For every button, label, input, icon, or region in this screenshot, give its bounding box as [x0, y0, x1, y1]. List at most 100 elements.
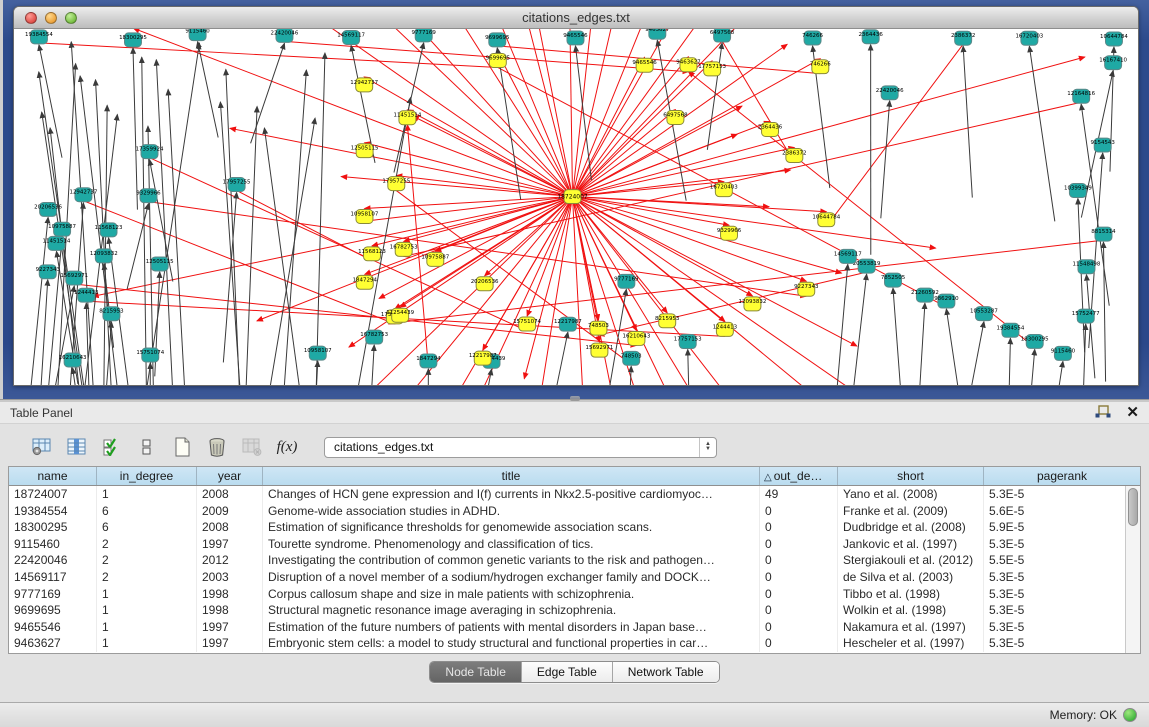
svg-text:12505115: 12505115 — [351, 146, 379, 152]
svg-text:9862910: 9862910 — [934, 296, 959, 302]
table-select-dropdown[interactable]: citations_edges.txt ▲▼ — [324, 437, 717, 458]
new-file-icon[interactable] — [170, 435, 194, 459]
svg-text:20206536: 20206536 — [471, 279, 499, 285]
close-panel-icon[interactable]: ✕ — [1126, 405, 1139, 420]
table-row[interactable]: 911546021997Tourette syndrome. Phenomeno… — [9, 536, 1125, 553]
table-toolbar: f(x) citations_edges.txt ▲▼ — [8, 428, 1141, 466]
svg-text:20553819: 20553819 — [853, 261, 881, 267]
svg-text:16720403: 16720403 — [710, 185, 738, 191]
table-cell: 2008 — [197, 486, 263, 503]
table-cell: Embryonic stem cells: a model to study s… — [263, 635, 760, 652]
table-row[interactable]: 946554611997Estimation of the future num… — [9, 619, 1125, 636]
column-header-short[interactable]: short — [838, 467, 984, 485]
table-cell: 0 — [760, 586, 838, 603]
table-cell: Genome-wide association studies in ADHD. — [263, 503, 760, 520]
scrollbar-thumb[interactable] — [1128, 488, 1138, 526]
svg-text:11568123: 11568123 — [95, 225, 123, 231]
table-cell: 5.3E-5 — [984, 586, 1125, 603]
divider-grip-icon[interactable] — [570, 396, 580, 401]
node-table: namein_degreeyeartitle△out_de…shortpager… — [8, 466, 1141, 654]
svg-text:12093832: 12093832 — [90, 251, 118, 257]
column-header-pagerank[interactable]: pagerank — [984, 467, 1140, 485]
function-builder-icon[interactable]: f(x) — [275, 435, 299, 459]
svg-text:9465546: 9465546 — [632, 60, 657, 66]
svg-text:2364436: 2364436 — [758, 124, 783, 130]
table-row[interactable]: 1456911722003Disruption of a novel membe… — [9, 569, 1125, 586]
svg-text:9465546: 9465546 — [563, 33, 588, 39]
svg-text:10553287: 10553287 — [970, 309, 998, 315]
table-cell: Stergiakouli et al. (2012) — [838, 552, 984, 569]
svg-text:9777169: 9777169 — [614, 276, 639, 282]
select-columns-icon[interactable] — [100, 435, 124, 459]
column-header-in_degree[interactable]: in_degree — [97, 467, 197, 485]
delete-icon[interactable] — [205, 435, 229, 459]
svg-text:10958107: 10958107 — [351, 211, 379, 217]
svg-text:14569117: 14569117 — [337, 32, 365, 38]
table-settings-icon[interactable] — [30, 435, 54, 459]
svg-text:748503: 748503 — [588, 323, 609, 329]
table-row[interactable]: 2242004622012Investigating the contribut… — [9, 552, 1125, 569]
split-divider[interactable] — [0, 399, 1149, 402]
svg-text:12505115: 12505115 — [146, 259, 174, 265]
table-cell: Jankovic et al. (1997) — [838, 536, 984, 553]
svg-text:16720403: 16720403 — [1015, 33, 1043, 39]
network-window-titlebar[interactable]: citations_edges.txt — [14, 7, 1138, 29]
svg-text:11451514: 11451514 — [393, 113, 421, 119]
column-visibility-icon[interactable] — [65, 435, 89, 459]
svg-text:10958107: 10958107 — [304, 348, 332, 354]
minimize-window-icon[interactable] — [45, 12, 57, 24]
column-header-out_de[interactable]: △out_de… — [760, 467, 838, 485]
svg-text:22420046: 22420046 — [876, 88, 904, 94]
table-cell: de Silva et al. (2003) — [838, 569, 984, 586]
table-cell: 2 — [97, 552, 197, 569]
table-row[interactable]: 1872400712008Changes of HCN gene express… — [9, 486, 1125, 503]
svg-text:11548498: 11548498 — [1073, 262, 1101, 268]
table-body: 1872400712008Changes of HCN gene express… — [9, 486, 1125, 653]
tab-node-table[interactable]: Node Table — [430, 662, 522, 682]
table-row[interactable]: 969969511998Structural magnetic resonanc… — [9, 602, 1125, 619]
column-header-year[interactable]: year — [197, 467, 263, 485]
table-cell: 9777169 — [9, 586, 97, 603]
svg-text:18300295: 18300295 — [119, 35, 147, 41]
table-cell: Disruption of a novel member of a sodium… — [263, 569, 760, 586]
svg-text:9699695: 9699695 — [485, 35, 509, 41]
table-cell: 9699695 — [9, 602, 97, 619]
table-cell: Franke et al. (2009) — [838, 503, 984, 520]
svg-text:10975887: 10975887 — [48, 224, 76, 230]
svg-text:18724007: 18724007 — [557, 193, 588, 200]
svg-text:16210643: 16210643 — [59, 355, 87, 361]
table-cell: 5.3E-5 — [984, 486, 1125, 503]
close-window-icon[interactable] — [25, 12, 37, 24]
svg-text:12942737: 12942737 — [350, 80, 378, 86]
svg-text:12217987: 12217987 — [469, 353, 497, 359]
column-header-name[interactable]: name — [9, 467, 97, 485]
table-cell: 9115460 — [9, 536, 97, 553]
table-row[interactable]: 1938455462009Genome-wide association stu… — [9, 503, 1125, 520]
float-panel-icon[interactable] — [1094, 405, 1112, 420]
column-header-title[interactable]: title — [263, 467, 760, 485]
memory-status-label: Memory: OK — [1050, 708, 1117, 722]
table-row[interactable]: 946362711997Embryonic stem cells: a mode… — [9, 635, 1125, 652]
tab-network-table[interactable]: Network Table — [613, 662, 719, 682]
table-cell: 5.3E-5 — [984, 635, 1125, 652]
zoom-window-icon[interactable] — [65, 12, 77, 24]
svg-text:17957255: 17957255 — [223, 179, 251, 185]
table-cell: 19384554 — [9, 503, 97, 520]
citation-network-graph[interactable]: 1938455418300295911546022420046145691179… — [14, 29, 1138, 385]
network-canvas[interactable]: 1938455418300295911546022420046145691179… — [14, 29, 1138, 385]
svg-text:2386372: 2386372 — [782, 150, 806, 156]
table-row[interactable]: 977716911998Corpus callosum shape and si… — [9, 586, 1125, 603]
table-cell: Hescheler et al. (1997) — [838, 635, 984, 652]
table-cell: 0 — [760, 619, 838, 636]
import-table-icon[interactable] — [240, 435, 264, 459]
table-row[interactable]: 1830029562008Estimation of significance … — [9, 519, 1125, 536]
svg-text:17757153: 17757153 — [698, 64, 726, 70]
svg-text:9154543: 9154543 — [1091, 140, 1116, 146]
table-scrollbar[interactable] — [1125, 486, 1140, 653]
table-cell: Wolkin et al. (1998) — [838, 602, 984, 619]
svg-text:9329966: 9329966 — [136, 191, 161, 197]
sort-ascending-icon: △ — [764, 472, 772, 483]
rows-icon[interactable] — [135, 435, 159, 459]
table-mode-tabs: Node TableEdge TableNetwork Table — [429, 661, 719, 683]
tab-edge-table[interactable]: Edge Table — [522, 662, 613, 682]
